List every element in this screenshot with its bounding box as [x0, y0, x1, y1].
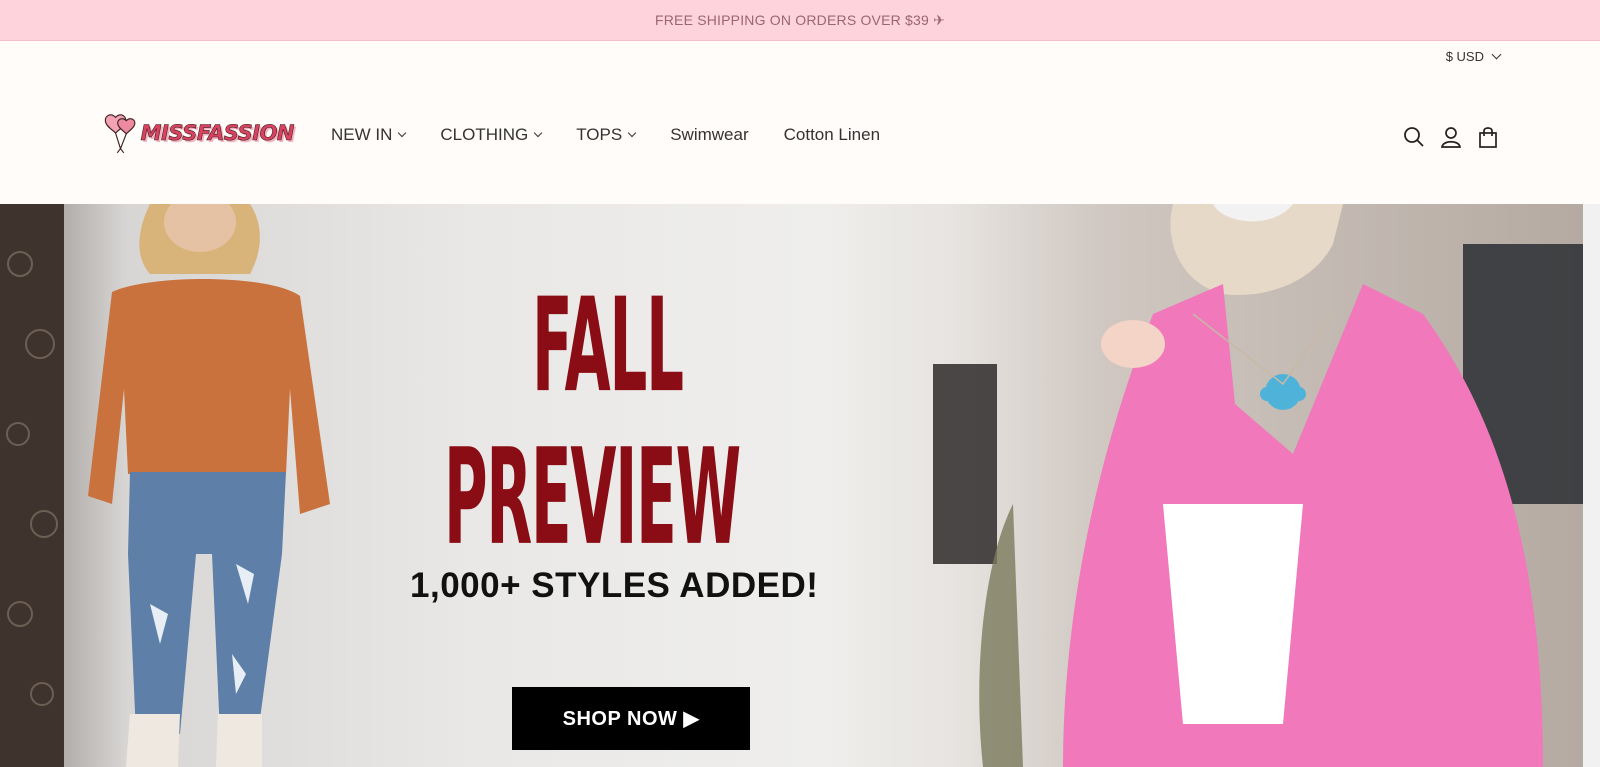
announcement-text: FREE SHIPPING ON ORDERS OVER $39 ✈ — [654, 11, 946, 28]
cart-icon[interactable] — [1476, 125, 1500, 149]
nav-item-cotton-linen[interactable]: Cotton Linen — [784, 125, 880, 145]
announcement-bar: FREE SHIPPING ON ORDERS OVER $39 ✈ — [0, 0, 1600, 41]
nav-item-label: Swimwear — [670, 125, 749, 144]
main-nav: NEW IN CLOTHING TOPS Swimwear Cotton Lin… — [331, 125, 915, 145]
header-icons — [1402, 125, 1500, 149]
hero-title-line2: PREVIEW — [444, 420, 741, 575]
chevron-down-icon — [533, 128, 543, 138]
hero-title-line1: FALL — [532, 270, 684, 422]
logo-text: MISSFASSION — [140, 121, 294, 146]
hero-banner[interactable]: FALL PREVIEW 1,000+ STYLES ADDED! SHOP N… — [0, 204, 1583, 767]
heart-balloons-icon — [104, 114, 136, 154]
nav-item-tops[interactable]: TOPS — [576, 125, 637, 145]
currency-label: $ USD — [1445, 49, 1484, 64]
hero-model-right-image — [933, 204, 1583, 767]
nav-item-swimwear[interactable]: Swimwear — [670, 125, 748, 145]
account-icon[interactable] — [1439, 125, 1463, 149]
search-icon[interactable] — [1402, 125, 1426, 149]
site-header: $ USD MISSFASSION NEW IN CLOTHING TOPS S… — [0, 41, 1600, 204]
hero-model-left-image — [0, 204, 330, 767]
nav-item-label: Cotton Linen — [783, 125, 881, 144]
nav-item-clothing[interactable]: CLOTHING — [440, 125, 543, 145]
nav-item-new-in[interactable]: NEW IN — [331, 125, 407, 145]
nav-item-label: CLOTHING — [440, 125, 529, 144]
chevron-down-icon — [398, 128, 407, 138]
nav-item-label: NEW IN — [331, 125, 393, 144]
chevron-down-icon — [627, 128, 637, 138]
shop-now-button[interactable]: SHOP NOW ▶ — [512, 687, 750, 750]
hero-subtitle: 1,000+ STYLES ADDED! — [410, 566, 819, 605]
logo[interactable]: MISSFASSION — [104, 107, 295, 159]
nav-item-label: TOPS — [576, 125, 623, 144]
currency-selector[interactable]: $ USD — [1445, 49, 1502, 64]
chevron-down-icon — [1491, 49, 1502, 60]
page-scrollbar[interactable] — [1583, 204, 1600, 767]
